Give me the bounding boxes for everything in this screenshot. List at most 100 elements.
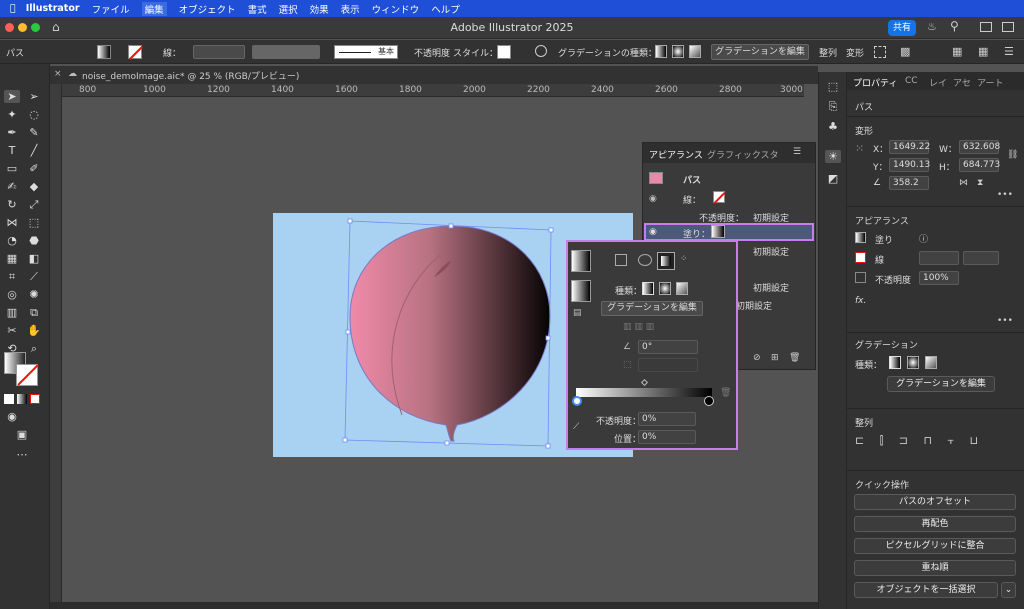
edit-gradient-panel-button[interactable]: グラデーションを編集 [601, 301, 703, 316]
fill-row[interactable] [644, 223, 814, 241]
reference-point-icon[interactable]: ⁙ [855, 142, 864, 155]
menu-type[interactable]: 書式 [248, 2, 267, 16]
align-buttons[interactable]: ⊏ ⫿ ⊐ ⊓ ⫟ ⊔ [855, 434, 984, 448]
gradient-slider[interactable] [576, 388, 712, 397]
eyedropper-icon[interactable]: ⟋ [573, 422, 579, 432]
draw-mode-icon[interactable]: ◉ [4, 410, 20, 423]
opacity-label-prop[interactable]: 不透明度 [875, 273, 911, 286]
close-tab-icon[interactable]: × [54, 69, 62, 79]
menu-icon[interactable]: ☰ [1004, 45, 1014, 58]
search-icon[interactable]: ⚲ [950, 19, 959, 33]
menu-edit[interactable]: 編集 [141, 1, 167, 16]
tab-appearance[interactable]: アピアランス [649, 148, 703, 161]
more-options-icon[interactable]: ••• [997, 190, 1013, 200]
info-icon[interactable]: ⓘ [919, 232, 928, 245]
menu-view[interactable]: 表示 [341, 2, 360, 16]
stroke-swatch[interactable] [128, 45, 144, 61]
direct-selection-tool-icon[interactable]: ➢ [26, 90, 42, 103]
stroke-color-box[interactable] [16, 364, 39, 386]
linear-gradient-prop-icon[interactable] [889, 356, 901, 369]
freeform-gradient-icon[interactable] [689, 45, 701, 58]
more-tools-icon[interactable]: ⋯ [14, 448, 30, 461]
layout-icon[interactable] [980, 22, 992, 32]
none-mode-icon[interactable] [30, 394, 40, 404]
appearance-more-icon[interactable]: ••• [997, 316, 1013, 326]
stroke-swatch-prop[interactable] [855, 252, 866, 263]
edit-gradient-button[interactable]: グラデーションを編集 [711, 44, 809, 60]
selection-tool-icon[interactable]: ➤ [4, 90, 20, 103]
tab-artboards[interactable]: アート [977, 76, 1003, 89]
w-field[interactable]: 632.608 [959, 140, 1000, 154]
radial-gradient-icon[interactable] [672, 45, 684, 58]
variable-width-field[interactable] [252, 45, 320, 59]
offset-path-button[interactable]: パスのオフセット [854, 494, 1016, 510]
panel-menu-icon[interactable]: ☰ [793, 147, 801, 157]
linear-type-icon[interactable] [642, 282, 654, 295]
perspective-grid-icon[interactable]: ▦ [4, 252, 20, 265]
menu-select[interactable]: 選択 [279, 2, 298, 16]
curvature-tool-icon[interactable]: ✎ [26, 126, 42, 139]
graphic-styles-dock-icon[interactable]: ◩ [825, 172, 841, 185]
symbol-sprayer-icon[interactable]: ✺ [26, 288, 42, 301]
scale-tool-icon[interactable]: ⤢ [26, 198, 42, 212]
fx-icon[interactable]: fx. [855, 296, 866, 306]
stroke-type-prop[interactable] [963, 251, 999, 265]
select-same-button[interactable]: オブジェクトを一括選択 [854, 582, 998, 598]
shaper-tool-icon[interactable]: ✍ [4, 180, 20, 193]
fill-option-icon[interactable] [615, 254, 627, 266]
lasso-icon[interactable]: ◌ [26, 108, 42, 121]
angle-field[interactable]: 0° [638, 340, 698, 354]
align-label[interactable]: 整列 [819, 46, 837, 59]
blend-tool-icon[interactable]: ◎ [4, 288, 20, 301]
stop-opacity-field[interactable]: 0% [638, 412, 696, 426]
gradient-tool-icon[interactable]: ◧ [26, 252, 42, 265]
rectangle-tool-icon[interactable]: ▭ [4, 162, 20, 175]
recolor-button[interactable]: 再配色 [854, 516, 1016, 532]
graph-tool-icon[interactable]: ▥ [4, 306, 20, 319]
opacity-label[interactable]: 不透明度 [414, 46, 450, 59]
fill-swatch-prop[interactable] [855, 232, 866, 243]
linear-gradient-icon[interactable] [655, 45, 667, 58]
color-stop-white[interactable] [572, 396, 582, 406]
pixel-grid-button[interactable]: ピクセルグリッドに整合 [854, 538, 1016, 554]
arrange-button[interactable]: 重ね順 [854, 560, 1016, 576]
rotate-tool-icon[interactable]: ↻ [4, 198, 20, 211]
slice-tool-icon[interactable]: ✂ [4, 324, 20, 337]
hand-tool-icon[interactable]: ✋ [26, 324, 42, 337]
x-field[interactable]: 1649.22 [889, 140, 930, 154]
type-tool-icon[interactable]: T [4, 144, 20, 157]
radial-gradient-prop-icon[interactable] [907, 356, 919, 369]
tab-properties[interactable]: プロパティ [853, 76, 897, 89]
fill-row-label[interactable]: 塗り： [683, 227, 710, 240]
transform-label[interactable]: 変形 [846, 46, 864, 59]
duplicate-item-icon[interactable]: ⊞ [771, 353, 779, 363]
share-button[interactable]: 共有 [888, 20, 916, 36]
delete-item-icon[interactable]: 🗑 [789, 353, 800, 363]
stroke-gradient-icon[interactable]: ▤ [573, 308, 582, 318]
line-tool-icon[interactable]: ╱ [26, 144, 42, 157]
stroke-weight-field[interactable] [193, 45, 245, 59]
artboard-tool-icon[interactable]: ⧉ [26, 306, 42, 320]
tab-cc[interactable]: CC [905, 76, 918, 86]
flip-vertical-icon[interactable]: ⧗ [977, 178, 983, 188]
tab-assets[interactable]: アセ [953, 76, 971, 89]
menu-window[interactable]: ウィンドウ [372, 2, 420, 16]
freeform-type-icon[interactable] [676, 282, 688, 295]
layers-dock-icon[interactable]: ⬚ [825, 80, 841, 93]
gradient-swatch[interactable] [571, 280, 591, 302]
flip-horizontal-icon[interactable]: ⋈ [959, 178, 968, 188]
document-tab[interactable]: noise_demoImage.aic* @ 25 % (RGB/プレビュー) [82, 69, 299, 82]
width-tool-icon[interactable]: ⋈ [4, 216, 20, 229]
screen-mode-icon[interactable]: ▣ [14, 428, 30, 441]
live-paint-icon[interactable]: ⬣ [26, 234, 42, 247]
fill-label-prop[interactable]: 塗り [875, 233, 893, 246]
gradient-mode-icon[interactable] [17, 394, 27, 404]
isolate-icon[interactable] [874, 46, 886, 58]
apple-icon[interactable]:  [10, 3, 16, 14]
mesh-tool-icon[interactable]: ⌗ [4, 270, 20, 284]
h-field[interactable]: 684.773 [959, 158, 1000, 172]
fill-gradient-swatch[interactable] [711, 225, 725, 238]
select-same-dropdown-icon[interactable]: ⌄ [1001, 582, 1016, 598]
menu-effect[interactable]: 効果 [310, 2, 329, 16]
appearance-dock-icon[interactable]: ☀ [825, 150, 841, 163]
